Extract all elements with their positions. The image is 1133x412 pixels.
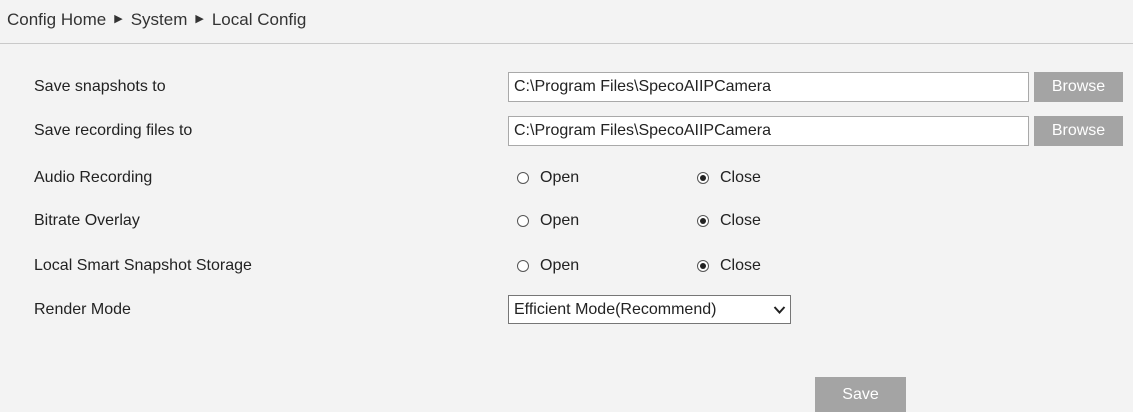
recording-path-row: Save recording files to C:\Program Files… (0, 114, 1133, 148)
recording-browse-button[interactable]: Browse (1034, 116, 1123, 146)
render-mode-row: Render Mode Efficient Mode(Recommend) (0, 293, 1133, 327)
bitrate-overlay-close-radio[interactable]: Close (697, 212, 761, 230)
audio-recording-open-label: Open (540, 169, 580, 186)
audio-recording-row: Audio Recording Open Close (0, 161, 1133, 195)
render-mode-value: Efficient Mode(Recommend) (514, 300, 717, 318)
breadcrumb-separator-icon: ▶ (114, 13, 123, 25)
smart-snapshot-open-radio[interactable]: Open (517, 257, 579, 275)
save-button[interactable]: Save (815, 377, 906, 412)
radio-unchecked-icon (517, 172, 529, 184)
bitrate-overlay-open-radio[interactable]: Open (517, 212, 579, 230)
bitrate-overlay-label: Bitrate Overlay (34, 212, 140, 229)
audio-recording-open-radio[interactable]: Open (517, 169, 579, 187)
snapshot-path-row: Save snapshots to C:\Program Files\Speco… (0, 70, 1133, 104)
smart-snapshot-open-label: Open (540, 257, 580, 274)
recording-path-label: Save recording files to (34, 122, 193, 139)
recording-path-value: C:\Program Files\SpecoAIIPCamera (514, 122, 771, 139)
radio-checked-icon (697, 172, 709, 184)
smart-snapshot-row: Local Smart Snapshot Storage Open Close (0, 249, 1133, 283)
smart-snapshot-label: Local Smart Snapshot Storage (34, 257, 252, 274)
bitrate-overlay-row: Bitrate Overlay Open Close (0, 204, 1133, 238)
breadcrumb-item-local-config: Local Config (211, 9, 307, 29)
radio-unchecked-icon (517, 260, 529, 272)
bitrate-overlay-open-label: Open (540, 212, 580, 229)
bitrate-overlay-close-label: Close (720, 212, 761, 229)
snapshot-path-value: C:\Program Files\SpecoAIIPCamera (514, 78, 771, 95)
render-mode-select[interactable]: Efficient Mode(Recommend) (508, 295, 791, 324)
radio-checked-icon (697, 260, 709, 272)
audio-recording-close-label: Close (720, 169, 761, 186)
audio-recording-label: Audio Recording (34, 169, 153, 186)
breadcrumb-item-system[interactable]: System (131, 10, 188, 30)
smart-snapshot-close-radio[interactable]: Close (697, 257, 761, 275)
radio-unchecked-icon (517, 215, 529, 227)
recording-path-input[interactable]: C:\Program Files\SpecoAIIPCamera (508, 116, 1029, 146)
render-mode-label: Render Mode (34, 301, 131, 318)
chevron-down-icon (773, 305, 786, 314)
audio-recording-close-radio[interactable]: Close (697, 169, 761, 187)
breadcrumb-item-config-home[interactable]: Config Home (7, 10, 106, 30)
radio-checked-icon (697, 215, 709, 227)
snapshot-path-input[interactable]: C:\Program Files\SpecoAIIPCamera (508, 72, 1029, 102)
smart-snapshot-close-label: Close (720, 257, 761, 274)
local-config-page: Config Home ▶ System ▶ Local Config Save… (0, 0, 1133, 412)
snapshot-browse-button[interactable]: Browse (1034, 72, 1123, 102)
snapshot-path-label: Save snapshots to (34, 78, 166, 95)
breadcrumb: Config Home ▶ System ▶ Local Config (0, 0, 1133, 44)
breadcrumb-separator-icon: ▶ (195, 13, 204, 25)
